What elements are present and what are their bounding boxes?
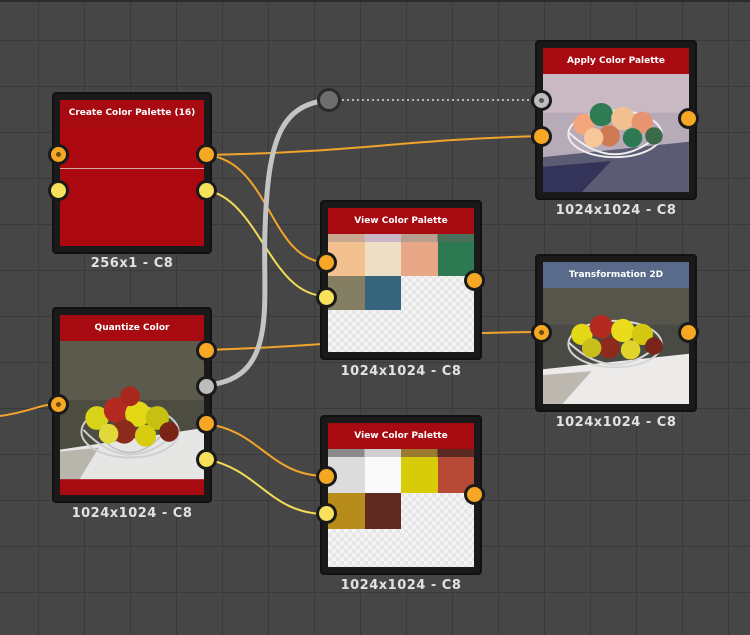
transformation-output-port[interactable] bbox=[678, 322, 699, 343]
create-palette-output-port-2[interactable] bbox=[196, 180, 217, 201]
create-palette-input-port-2[interactable] bbox=[48, 180, 69, 201]
wire-gray-quantize-reroute bbox=[203, 97, 333, 388]
wire-palette-to-apply bbox=[205, 135, 542, 156]
node-resolution-label: 1024x1024 - C8 bbox=[555, 203, 677, 218]
quantize-output-port-3[interactable] bbox=[196, 413, 217, 434]
node-view-color-palette-2[interactable]: View Color Palette bbox=[320, 415, 482, 575]
fruit-bowl-thumbnail bbox=[60, 341, 204, 495]
apply-palette-input-port[interactable] bbox=[531, 126, 552, 147]
image-preview bbox=[543, 288, 689, 404]
quantize-output-port-image[interactable] bbox=[196, 340, 217, 361]
view-palette-1-output-port[interactable] bbox=[464, 270, 485, 291]
palette-swatch bbox=[364, 493, 401, 529]
view-palette-2-output-port[interactable] bbox=[464, 484, 485, 505]
create-palette-output-port[interactable] bbox=[196, 144, 217, 165]
node-apply-color-palette[interactable]: Apply Color Palette bbox=[535, 40, 697, 200]
apply-palette-input-port-gray[interactable] bbox=[531, 90, 552, 111]
palette-swatch bbox=[364, 276, 401, 310]
palette-swatch bbox=[401, 457, 438, 493]
quantize-input-port[interactable] bbox=[48, 394, 69, 415]
node-resolution-label: 256x1 - C8 bbox=[90, 256, 174, 271]
palette-swatch bbox=[364, 242, 401, 276]
quantize-output-port-4[interactable] bbox=[196, 449, 217, 470]
node-view-color-palette-1[interactable]: View Color Palette bbox=[320, 200, 482, 360]
quantize-output-port-gray[interactable] bbox=[196, 376, 217, 397]
palette-swatch bbox=[364, 457, 401, 493]
view-palette-1-input-port[interactable] bbox=[316, 252, 337, 273]
swatch-top-strip bbox=[328, 449, 474, 457]
view-palette-2-input-port[interactable] bbox=[316, 466, 337, 487]
node-title: View Color Palette bbox=[328, 423, 474, 449]
view-palette-1-input-port-2[interactable] bbox=[316, 287, 337, 308]
apply-palette-output-port[interactable] bbox=[678, 108, 699, 129]
wire-quantize-to-view2-a bbox=[205, 423, 327, 477]
node-transformation-2d[interactable]: Transformation 2D bbox=[535, 254, 697, 412]
node-title: Apply Color Palette bbox=[543, 48, 689, 74]
transformation-input-port[interactable] bbox=[531, 322, 552, 343]
swatch-top-strip bbox=[328, 234, 474, 242]
node-title: Transformation 2D bbox=[543, 262, 689, 288]
reroute-point[interactable] bbox=[317, 88, 341, 112]
image-preview bbox=[60, 341, 204, 495]
view-palette-2-input-port-2[interactable] bbox=[316, 503, 337, 524]
node-resolution-label: 1024x1024 - C8 bbox=[340, 578, 462, 593]
node-resolution-label: 1024x1024 - C8 bbox=[340, 364, 462, 379]
transformed-thumbnail bbox=[543, 288, 689, 404]
create-palette-input-port[interactable] bbox=[48, 144, 69, 165]
node-create-color-palette[interactable]: Create Color Palette (16) bbox=[52, 92, 212, 254]
node-title: Quantize Color bbox=[60, 315, 204, 341]
node-resolution-label: 1024x1024 - C8 bbox=[71, 506, 193, 521]
node-title: View Color Palette bbox=[328, 208, 474, 234]
palette-applied-thumbnail bbox=[543, 74, 689, 192]
node-resolution-label: 1024x1024 - C8 bbox=[555, 415, 677, 430]
palette-swatch bbox=[401, 242, 438, 276]
wire-quantize-to-view2-b bbox=[205, 458, 327, 515]
image-preview bbox=[543, 74, 689, 192]
palette-swatch-grid bbox=[328, 234, 474, 352]
palette-preview bbox=[60, 126, 204, 246]
palette-swatch-grid bbox=[328, 449, 474, 567]
palette-line bbox=[60, 168, 204, 169]
node-title: Create Color Palette (16) bbox=[60, 100, 204, 126]
node-quantize-color[interactable]: Quantize Color bbox=[52, 307, 212, 503]
